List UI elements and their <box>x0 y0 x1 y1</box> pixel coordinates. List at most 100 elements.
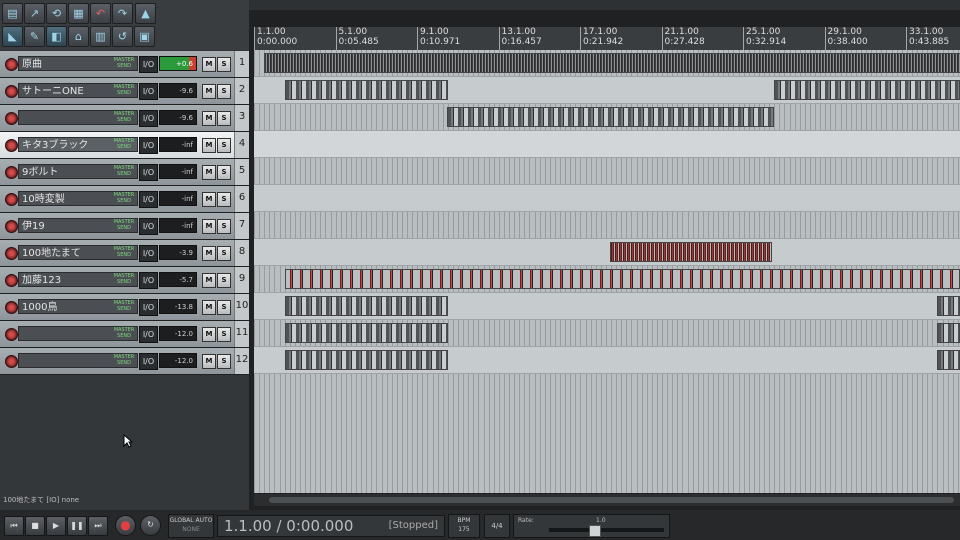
envelope-icon[interactable]: ⌂ <box>68 26 89 47</box>
media-item[interactable] <box>285 80 448 100</box>
io-button[interactable]: I/O <box>139 191 158 208</box>
pause-button[interactable]: ❚❚ <box>67 516 87 536</box>
io-button[interactable]: I/O <box>139 326 158 343</box>
io-button[interactable]: I/O <box>139 137 158 154</box>
track-row[interactable]: 10時変製 MASTER SEND I/O -inf M S 6 <box>0 186 249 213</box>
solo-button[interactable]: S <box>217 57 231 72</box>
io-button[interactable]: I/O <box>139 353 158 370</box>
position-display[interactable]: 1.1.00 / 0:00.000 [Stopped] <box>217 515 445 537</box>
mute-button[interactable]: M <box>202 246 216 261</box>
volume-fader[interactable]: -inf <box>159 137 197 152</box>
save-project-icon[interactable]: ⟲ <box>46 3 67 24</box>
volume-fader[interactable]: -inf <box>159 164 197 179</box>
repeat-button[interactable]: ↻ <box>140 515 161 536</box>
track-row[interactable]: サトーニONE MASTER SEND I/O -9.6 M S 2 <box>0 78 249 105</box>
mute-button[interactable]: M <box>202 273 216 288</box>
global-automation-button[interactable]: GLOBAL AUTO NONE <box>168 514 214 538</box>
open-project-icon[interactable]: ↗ <box>24 3 45 24</box>
volume-fader[interactable]: -inf <box>159 191 197 206</box>
record-arm-icon[interactable] <box>5 355 18 368</box>
undo-icon[interactable]: ↶ <box>90 3 111 24</box>
io-button[interactable]: I/O <box>139 56 158 73</box>
record-button[interactable]: ● <box>115 515 136 536</box>
record-arm-icon[interactable] <box>5 193 18 206</box>
volume-fader[interactable]: -9.6 <box>159 83 197 98</box>
ripple-edit-icon[interactable]: ✎ <box>24 26 45 47</box>
arrange-lanes[interactable] <box>254 50 960 493</box>
volume-fader[interactable]: -3.9 <box>159 245 197 260</box>
volume-fader[interactable]: +0.6 <box>159 56 197 71</box>
track-row[interactable]: 伊19 MASTER SEND I/O -inf M S 7 <box>0 213 249 240</box>
mute-button[interactable]: M <box>202 192 216 207</box>
media-item[interactable] <box>774 80 960 100</box>
timeline-ruler[interactable]: 1.1.00 0:00.000 5.1.00 0:05.485 9.1.00 0:10.9… <box>254 27 960 50</box>
mute-button[interactable]: M <box>202 138 216 153</box>
track-row[interactable]: 1000鳥 MASTER SEND I/O -13.8 M S 10 <box>0 294 249 321</box>
solo-button[interactable]: S <box>217 192 231 207</box>
media-item[interactable] <box>285 296 448 316</box>
media-item[interactable] <box>937 350 960 370</box>
media-item[interactable] <box>285 323 448 343</box>
solo-button[interactable]: S <box>217 327 231 342</box>
io-button[interactable]: I/O <box>139 218 158 235</box>
mute-button[interactable]: M <box>202 84 216 99</box>
track-row[interactable]: MASTER SEND I/O -12.0 M S 12 <box>0 348 249 375</box>
media-item[interactable] <box>447 107 774 127</box>
record-arm-icon[interactable] <box>5 166 18 179</box>
volume-fader[interactable]: -12.0 <box>159 326 197 341</box>
volume-fader[interactable]: -9.6 <box>159 110 197 125</box>
io-button[interactable]: I/O <box>139 83 158 100</box>
new-project-icon[interactable]: ▤ <box>2 3 23 24</box>
mute-button[interactable]: M <box>202 165 216 180</box>
project-settings-icon[interactable]: ▦ <box>68 3 89 24</box>
track-lane[interactable] <box>254 185 960 212</box>
track-lane[interactable] <box>254 212 960 239</box>
mute-button[interactable]: M <box>202 57 216 72</box>
rate-slider-track[interactable] <box>549 528 664 532</box>
mute-button[interactable]: M <box>202 300 216 315</box>
media-item[interactable] <box>285 269 960 289</box>
lock-icon[interactable]: ▣ <box>134 26 155 47</box>
io-button[interactable]: I/O <box>139 110 158 127</box>
item-grouping-icon[interactable]: ◧ <box>46 26 67 47</box>
solo-button[interactable]: S <box>217 273 231 288</box>
track-row[interactable]: MASTER SEND I/O -9.6 M S 3 <box>0 105 249 132</box>
record-arm-icon[interactable] <box>5 58 18 71</box>
track-row[interactable]: 原曲 MASTER SEND I/O +0.6 M S 1 <box>0 51 249 78</box>
mute-button[interactable]: M <box>202 111 216 126</box>
solo-button[interactable]: S <box>217 354 231 369</box>
track-row[interactable]: MASTER SEND I/O -12.0 M S 11 <box>0 321 249 348</box>
record-arm-icon[interactable] <box>5 220 18 233</box>
mute-button[interactable]: M <box>202 327 216 342</box>
io-button[interactable]: I/O <box>139 299 158 316</box>
media-item[interactable] <box>285 350 448 370</box>
solo-button[interactable]: S <box>217 165 231 180</box>
time-signature-display[interactable]: 4/4 <box>484 514 510 538</box>
media-item[interactable] <box>610 242 772 262</box>
record-arm-icon[interactable] <box>5 139 18 152</box>
volume-fader[interactable]: -13.8 <box>159 299 197 314</box>
bpm-display[interactable]: BPM 175 <box>448 514 480 538</box>
track-lane[interactable] <box>254 131 960 158</box>
record-arm-icon[interactable] <box>5 247 18 260</box>
solo-button[interactable]: S <box>217 111 231 126</box>
record-arm-icon[interactable] <box>5 112 18 125</box>
volume-fader[interactable]: -12.0 <box>159 353 197 368</box>
track-row[interactable]: 加藤123 MASTER SEND I/O -5.7 M S 9 <box>0 267 249 294</box>
scrollbar-thumb[interactable] <box>269 497 954 503</box>
track-row[interactable]: キタ3ブラック MASTER SEND I/O -inf M S 4 <box>0 132 249 159</box>
solo-button[interactable]: S <box>217 219 231 234</box>
io-button[interactable]: I/O <box>139 272 158 289</box>
track-row[interactable]: 100地たまて MASTER SEND I/O -3.9 M S 8 <box>0 240 249 267</box>
track-lane[interactable] <box>254 158 960 185</box>
io-button[interactable]: I/O <box>139 245 158 262</box>
track-row[interactable]: 9ボルト MASTER SEND I/O -inf M S 5 <box>0 159 249 186</box>
media-item[interactable] <box>937 323 960 343</box>
metronome-icon[interactable]: ▲ <box>135 3 156 24</box>
go-to-start-button[interactable]: ⏮ <box>4 516 24 536</box>
loop-icon[interactable]: ↺ <box>112 26 133 47</box>
solo-button[interactable]: S <box>217 246 231 261</box>
grid-lines-icon[interactable]: ▥ <box>90 26 111 47</box>
horizontal-scrollbar[interactable] <box>254 494 960 506</box>
solo-button[interactable]: S <box>217 138 231 153</box>
